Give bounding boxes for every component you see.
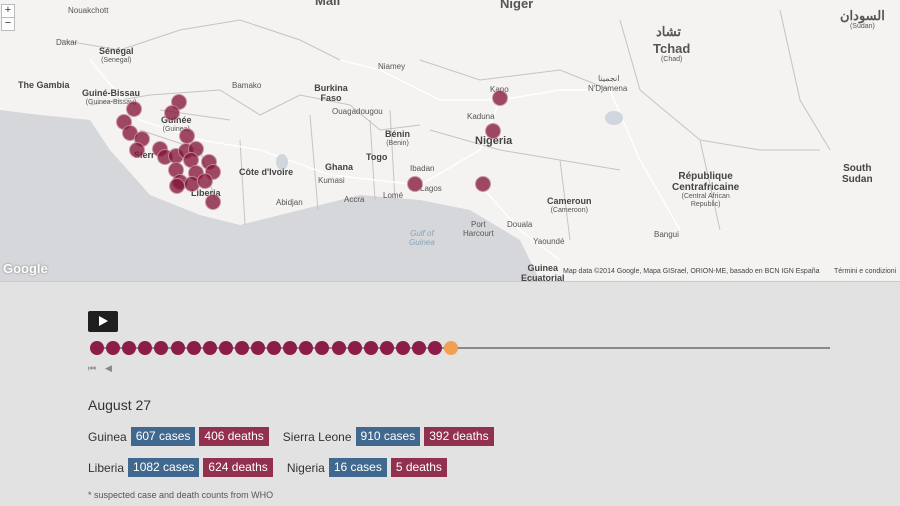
timeline-dot-current[interactable] bbox=[444, 341, 459, 355]
country-name: Sierra Leone bbox=[282, 429, 352, 444]
map-label-lome: Lomé bbox=[383, 191, 404, 200]
timeline-dot[interactable] bbox=[412, 341, 426, 355]
timeline-track[interactable] bbox=[90, 347, 830, 349]
map-label-gambia: The Gambia bbox=[18, 80, 70, 90]
map-label-nouakchott: Nouakchott bbox=[68, 6, 109, 15]
timeline-dot[interactable] bbox=[331, 341, 346, 355]
deaths-badge: 5 deaths bbox=[390, 458, 447, 477]
terms-link[interactable]: Términi e condizioni bbox=[834, 268, 896, 275]
map-label-mali: Mali bbox=[315, 0, 341, 8]
timeline-dot[interactable] bbox=[138, 341, 153, 355]
map-label-gulf-of-guinea: Gulf of Guinea bbox=[409, 229, 435, 247]
timeline-dot[interactable] bbox=[283, 341, 298, 355]
map-label-benin: Bénin (Benin) bbox=[385, 129, 411, 147]
cases-badge: 16 cases bbox=[328, 458, 387, 477]
map-label-lagos: Lagos bbox=[420, 184, 442, 193]
deaths-badge: 624 deaths bbox=[203, 458, 273, 477]
map-label-kaduna: Kaduna bbox=[467, 112, 495, 121]
timeline-dot[interactable] bbox=[202, 341, 217, 355]
timeline-dot[interactable] bbox=[363, 341, 378, 355]
country-name: Guinea bbox=[88, 429, 127, 444]
map-label-south-sudan: South Sudan bbox=[842, 163, 873, 185]
timeline-dot[interactable] bbox=[90, 341, 104, 355]
outbreak-marker[interactable] bbox=[197, 173, 213, 189]
cases-badge: 607 cases bbox=[130, 427, 196, 446]
map-label-burkina: Burkina Faso bbox=[314, 83, 348, 103]
stats-row: Guinea 607 cases 406 deaths Sierra Leone… bbox=[88, 427, 494, 446]
current-date-label: August 27 bbox=[88, 397, 152, 413]
timeline-dot[interactable] bbox=[379, 341, 394, 355]
map-label-car: République Centrafricaine (Central African… bbox=[672, 171, 740, 208]
outbreak-marker[interactable] bbox=[407, 176, 423, 192]
outbreak-marker[interactable] bbox=[475, 176, 491, 192]
timeline-dot[interactable] bbox=[251, 341, 265, 355]
map-label-bangui: Bangui bbox=[654, 230, 679, 239]
map-attribution: Map data ©2014 Google, Mapa GISrael, ORI… bbox=[563, 268, 820, 275]
timeline-dot[interactable] bbox=[267, 341, 282, 355]
skip-to-start-icon[interactable]: ⏮ bbox=[88, 363, 96, 374]
map-label-accra: Accra bbox=[344, 195, 365, 204]
play-button[interactable] bbox=[88, 311, 118, 332]
map-label-kumasi: Kumasi bbox=[318, 176, 345, 185]
play-icon bbox=[99, 316, 108, 326]
timeline-dot[interactable] bbox=[428, 341, 443, 355]
outbreak-marker[interactable] bbox=[169, 178, 185, 194]
step-back-icon[interactable]: ◀︎ bbox=[105, 363, 112, 374]
map-label-douala: Douala bbox=[507, 220, 533, 229]
stats-row: Liberia 1082 cases 624 deaths Nigeria 16… bbox=[88, 458, 447, 477]
map-label-dakar: Dakar bbox=[56, 38, 78, 47]
zoom-out-button[interactable]: − bbox=[1, 17, 15, 31]
outbreak-marker[interactable] bbox=[129, 142, 145, 158]
map-label-yaounde: Yaoundé bbox=[533, 237, 565, 246]
cases-badge: 1082 cases bbox=[128, 458, 200, 477]
outbreak-marker[interactable] bbox=[205, 194, 221, 210]
timeline-dot[interactable] bbox=[299, 341, 314, 355]
map-label-senegal: Sénégal (Senegal) bbox=[99, 46, 134, 64]
timeline-dot[interactable] bbox=[170, 341, 185, 355]
deaths-badge: 392 deaths bbox=[424, 427, 494, 446]
map-label-cote-divoire: Côte d'Ivoire bbox=[239, 167, 294, 177]
timeline-dot[interactable] bbox=[106, 341, 121, 355]
timeline-dot[interactable] bbox=[122, 341, 137, 355]
map-label-abidjan: Abidjan bbox=[276, 198, 303, 207]
map-label-ibadan: Ibadan bbox=[410, 164, 435, 173]
timeline-dot[interactable] bbox=[395, 341, 410, 355]
footnote: * suspected case and death counts from W… bbox=[88, 490, 274, 500]
map-label-ouagadougou: Ouagadougou bbox=[332, 107, 383, 116]
map-label-togo: Togo bbox=[366, 152, 388, 162]
cases-badge: 910 cases bbox=[355, 427, 421, 446]
outbreak-marker[interactable] bbox=[492, 90, 508, 106]
country-name: Liberia bbox=[88, 460, 125, 475]
map-label-chad-ar: تشاد bbox=[656, 24, 681, 39]
map-label-equatorial-guinea: Guinea Ecuatorial bbox=[521, 263, 565, 282]
timeline-dot[interactable] bbox=[186, 341, 201, 355]
zoom-in-button[interactable]: + bbox=[1, 4, 15, 18]
map-label-port-harcourt: Port Harcourt bbox=[463, 220, 494, 238]
google-logo: Google bbox=[3, 261, 48, 276]
timeline-dot[interactable] bbox=[315, 341, 330, 355]
map-label-ndjamena: N'Djamena bbox=[588, 84, 628, 93]
timeline-dot[interactable] bbox=[218, 341, 233, 355]
map-label-bamako: Bamako bbox=[232, 81, 262, 90]
map-label-chad: Tchad (Chad) bbox=[653, 41, 691, 64]
map-label-ndjamena-ar: انجمينا bbox=[598, 74, 620, 83]
map-label-cameroun: Cameroun (Cameroon) bbox=[547, 196, 592, 214]
outbreak-map[interactable]: + − Mali Niger تشاد Tchad (Chad) السودان(… bbox=[0, 0, 900, 282]
map-label-niger: Niger bbox=[500, 0, 534, 11]
map-label-sudan: السودان (Sudan) bbox=[840, 8, 885, 31]
deaths-badge: 406 deaths bbox=[199, 427, 269, 446]
map-label-ghana: Ghana bbox=[325, 162, 354, 172]
timeline-dot[interactable] bbox=[154, 341, 169, 355]
timeline-dot[interactable] bbox=[347, 341, 362, 355]
map-label-niamey: Niamey bbox=[378, 62, 406, 71]
outbreak-marker[interactable] bbox=[485, 123, 501, 139]
outbreak-marker[interactable] bbox=[164, 105, 180, 121]
country-name: Nigeria bbox=[286, 460, 325, 475]
timeline-dot[interactable] bbox=[234, 341, 249, 355]
